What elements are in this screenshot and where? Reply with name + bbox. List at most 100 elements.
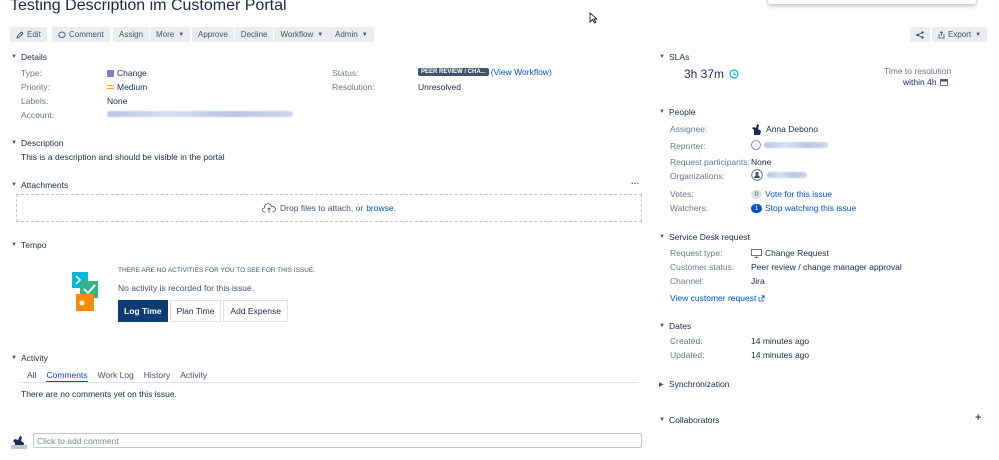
type-value: Change [107,68,147,78]
pencil-icon [16,30,24,39]
organizations-value[interactable] [751,169,807,181]
participants-value: None [751,157,772,167]
edit-button[interactable]: Edit [10,27,47,42]
change-type-icon [107,69,114,77]
speech-bubble-icon [58,31,66,38]
attachment-dropzone[interactable]: Drop files to attach, or browse. [16,194,642,222]
activity-section-header[interactable]: ▼ Activity [11,353,48,363]
dates-section-header[interactable]: ▼ Dates [659,321,691,331]
priority-label: Priority: [21,82,50,92]
participants-label: Request participants: [670,157,750,167]
view-workflow-link[interactable]: (View Workflow) [491,67,552,77]
share-button[interactable] [910,27,930,42]
monitor-icon [751,248,762,258]
admin-button[interactable]: Admin ▼ [329,27,374,42]
chevron-right-icon: ▶ [659,381,664,388]
service-desk-section-header[interactable]: ▼ Service Desk request [659,232,750,242]
dropdown-popup-edge [768,0,976,4]
updated-value: 14 minutes ago [751,350,810,360]
assign-button[interactable]: Assign [113,27,151,42]
sla-time: 3h 37m [684,67,739,81]
synchronization-section-header[interactable]: ▶ Synchronization [659,379,729,389]
chevron-down-icon: ▼ [11,355,17,361]
assignee-label: Assignee: [670,124,708,134]
sla-target: within 4h [903,77,948,87]
reporter-name-redacted [764,142,828,148]
more-button[interactable]: More ▼ [150,27,191,42]
status-badge[interactable]: PEER REVIEW / CHA... [418,68,489,76]
created-value: 14 minutes ago [751,336,810,346]
votes-label: Votes: [670,189,694,199]
organizations-label: Organizations: [670,171,725,181]
workflow-button[interactable]: Workflow ▼ [274,27,330,42]
tabs-divider [20,382,638,383]
resolution-label: Resolution: [332,82,375,92]
sla-label: Time to resolution [884,66,952,76]
view-customer-request-link[interactable]: View customer request [670,293,765,303]
cloud-upload-icon [262,203,276,213]
chevron-down-icon: ▼ [317,31,324,38]
organization-name-redacted [767,172,807,178]
tempo-no-activity: No activity is recorded for this issue. [118,283,255,293]
assignee-value[interactable]: Anna Debono [751,123,818,135]
priority-value: Medium [107,82,147,92]
chevron-down-icon: ▼ [11,140,17,146]
attachments-section-header[interactable]: ▼ Attachments [11,180,68,190]
decline-button[interactable]: Decline [234,27,275,42]
reporter-avatar-icon [751,140,761,150]
status-value: PEER REVIEW / CHA... (View Workflow) [418,67,552,77]
chevron-down-icon: ▼ [11,54,17,60]
chevron-down-icon: ▼ [178,31,185,38]
customer-status-label: Customer status: [670,262,735,272]
labels-value: None [107,96,128,106]
reporter-label: Reporter: [670,141,706,151]
log-time-button[interactable]: Log Time [118,300,168,322]
stop-watching-link[interactable]: Stop watching this issue [765,203,856,213]
tempo-section-header[interactable]: ▼ Tempo [11,240,47,250]
assignee-avatar-icon [752,124,761,135]
share-icon [916,30,924,39]
chevron-down-icon: ▼ [659,234,665,240]
plan-time-button[interactable]: Plan Time [169,300,222,322]
approve-button[interactable]: Approve [192,27,235,42]
chevron-down-icon: ▼ [11,242,17,248]
customer-status-value: Peer review / change manager approval [751,262,902,272]
updated-label: Updated: [670,350,705,360]
description-text[interactable]: This is a description and should be visi… [21,152,225,162]
comment-button[interactable]: Comment [52,27,110,42]
description-section-header[interactable]: ▼ Description [11,138,64,148]
export-icon [938,30,945,38]
details-section-header[interactable]: ▼ Details [11,52,47,62]
account-value-redacted [107,111,293,117]
medium-priority-icon [107,85,114,89]
reporter-value[interactable] [751,140,828,150]
type-label: Type: [21,68,42,78]
chevron-down-icon: ▼ [975,31,982,38]
issue-toolbar: Edit [10,27,47,42]
created-label: Created: [670,336,703,346]
no-comments-text: There are no comments yet on this issue. [21,389,177,399]
collaborators-section-header[interactable]: ▼ Collaborators [659,415,720,425]
request-type-label: Request type: [670,248,723,258]
add-comment-input[interactable]: Click to add comment [33,433,642,448]
issue-title: Testing Description im Customer Portal [10,0,287,14]
vote-link[interactable]: Vote for this issue [765,189,832,199]
chevron-down-icon: ▼ [659,54,665,60]
organization-icon [751,169,763,181]
add-collaborator-button[interactable]: + [975,412,981,424]
votes-value: 0 Vote for this issue [751,189,832,199]
chevron-down-icon: ▼ [11,182,17,188]
chevron-down-icon: ▼ [659,417,665,423]
people-section-header[interactable]: ▼ People [659,107,695,117]
status-label: Status: [332,68,359,78]
labels-label: Labels: [21,96,49,106]
channel-value: Jira [751,276,765,286]
slas-section-header[interactable]: ▼ SLAs [659,52,689,62]
export-button[interactable]: Export ▼ [932,27,988,42]
attachments-more-button[interactable]: ··· [631,178,640,188]
tempo-logo-icon [72,272,98,311]
chevron-down-icon: ▼ [361,31,368,38]
browse-link[interactable]: browse. [366,203,396,213]
add-expense-button[interactable]: Add Expense [223,300,288,322]
chevron-down-icon: ▼ [659,109,665,115]
